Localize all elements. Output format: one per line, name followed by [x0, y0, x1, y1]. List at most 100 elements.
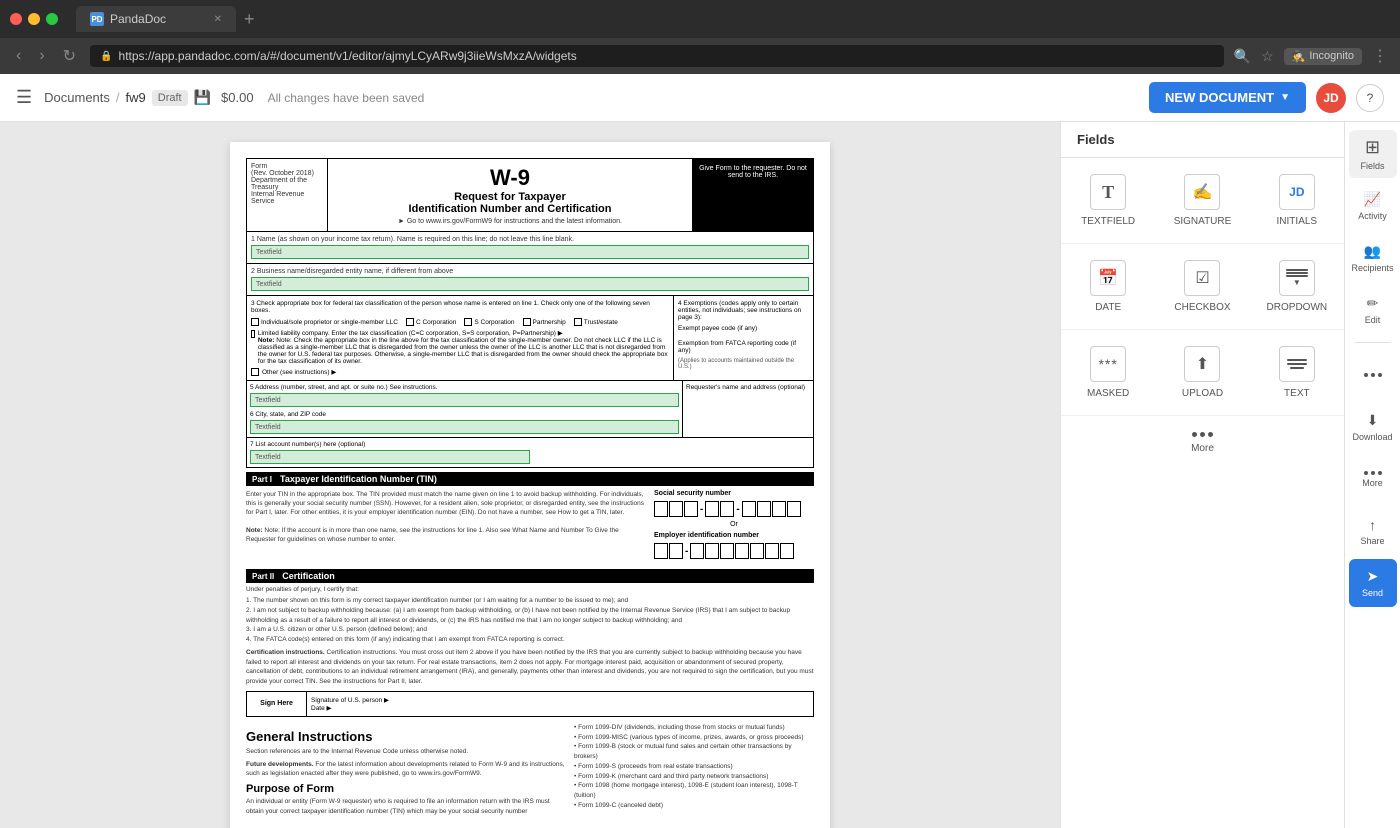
activity-icon: 📈	[1364, 191, 1381, 208]
line1-label: 1 Name (as shown on your income tax retu…	[251, 236, 809, 243]
line6-field[interactable]: Textfield	[250, 420, 679, 434]
line2-row: 2 Business name/disregarded entity name,…	[246, 264, 814, 296]
ein-field[interactable]: -	[654, 543, 814, 559]
sidebar-item-send[interactable]: ➤ Send	[1349, 559, 1397, 607]
field-item-textfield[interactable]: T TEXTFIELD	[1061, 158, 1155, 244]
upload-icon: ⬆	[1184, 346, 1220, 382]
cb-ccorp[interactable]: C Corporation	[406, 318, 456, 326]
sidebar-item-share[interactable]: ↑ Share	[1349, 507, 1397, 555]
documents-link[interactable]: Documents	[44, 90, 110, 105]
line1-field[interactable]: Textfield	[251, 245, 809, 259]
checkbox-label: CHECKBOX	[1174, 302, 1230, 313]
checkbox-row-1: Individual/sole proprietor or single-mem…	[251, 318, 669, 326]
cert-instructions: Certification instructions. Certificatio…	[246, 648, 814, 687]
ssn-field[interactable]: - -	[654, 501, 814, 517]
recipients-icon: 👥	[1364, 243, 1381, 260]
cb-partnership[interactable]: Partnership	[523, 318, 566, 326]
search-icon[interactable]: 🔍	[1234, 48, 1251, 65]
user-avatar[interactable]: JD	[1316, 83, 1346, 113]
line3-label: 3 Check appropriate box for federal tax …	[251, 300, 669, 314]
save-icon: 💾	[194, 89, 211, 106]
signature-label: SIGNATURE	[1174, 216, 1232, 227]
bookmark-icon[interactable]: ☆	[1261, 48, 1274, 65]
lines-3-4: 3 Check appropriate box for federal tax …	[246, 296, 814, 381]
form-label: Form	[251, 163, 323, 170]
browser-menu-button[interactable]: ⋮	[1372, 46, 1388, 66]
back-button[interactable]: ‹	[12, 47, 25, 65]
requester-area: Requester's name and address (optional)	[683, 381, 813, 437]
refresh-button[interactable]: ↻	[59, 46, 80, 66]
field-item-upload[interactable]: ⬆ UPLOAD	[1155, 330, 1249, 416]
tab-bar: PD PandaDoc ✕ +	[76, 6, 1390, 32]
fullscreen-button[interactable]	[46, 13, 58, 25]
close-button[interactable]	[10, 13, 22, 25]
future-dev: Future developments. For the latest info…	[246, 760, 566, 780]
line7-field[interactable]: Textfield	[250, 450, 530, 464]
draft-badge: Draft	[152, 90, 188, 106]
lines-5-6-row: 5 Address (number, street, and apt. or s…	[246, 381, 814, 438]
browser-chrome: PD PandaDoc ✕ +	[0, 0, 1400, 38]
field-item-checkbox[interactable]: ☑ CHECKBOX	[1155, 244, 1249, 330]
url-bar[interactable]: 🔒 https://app.pandadoc.com/a/#/document/…	[90, 45, 1224, 67]
signature-icon: ✍	[1184, 174, 1220, 210]
secure-icon: 🔒	[100, 51, 112, 62]
part1-header: Part I Taxpayer Identification Number (T…	[246, 472, 814, 486]
w9-form-info: Form (Rev. October 2018) Department of t…	[247, 159, 327, 231]
forward-button[interactable]: ›	[35, 47, 48, 65]
new-tab-button[interactable]: +	[236, 9, 263, 30]
tin-area: Social security number - -	[654, 490, 814, 563]
tab-close-button[interactable]: ✕	[214, 14, 222, 25]
field-item-date[interactable]: 📅 DATE	[1061, 244, 1155, 330]
browser-tab[interactable]: PD PandaDoc ✕	[76, 6, 236, 32]
field-item-dropdown[interactable]: ▼ DROPDOWN	[1250, 244, 1344, 330]
w9-heading1: Request for Taxpayer	[334, 191, 686, 203]
sidebar-item-more-dots[interactable]	[1349, 351, 1397, 399]
cb-llc[interactable]	[251, 330, 255, 338]
field-item-signature[interactable]: ✍ SIGNATURE	[1155, 158, 1249, 244]
help-button[interactable]: ?	[1356, 84, 1384, 112]
sidebar-item-download[interactable]: ⬇ Download	[1349, 403, 1397, 451]
fields-panel-header: Fields	[1061, 122, 1344, 158]
address-bar: ‹ › ↻ 🔒 https://app.pandadoc.com/a/#/doc…	[0, 38, 1400, 74]
w9-instructions: ► Go to www.irs.gov/FormW9 for instructi…	[334, 218, 686, 225]
general-left: General Instructions Section references …	[246, 723, 566, 820]
cb-individual[interactable]: Individual/sole proprietor or single-mem…	[251, 318, 398, 326]
field-item-text[interactable]: TEXT	[1250, 330, 1344, 416]
line2-field[interactable]: Textfield	[251, 277, 809, 291]
document-area[interactable]: Form (Rev. October 2018) Department of t…	[0, 122, 1060, 828]
sidebar-item-recipients[interactable]: 👥 Recipients	[1349, 234, 1397, 282]
right-panel: Fields T TEXTFIELD ✍ SIGNATURE JD INITIA…	[1060, 122, 1400, 828]
more-item[interactable]: More	[1061, 416, 1344, 470]
document-name: fw9	[126, 90, 146, 105]
activity-icon-label: Activity	[1358, 211, 1387, 221]
more-dots-icon	[1364, 373, 1382, 377]
purpose-text: An individual or entity (Form W-9 reques…	[246, 797, 566, 817]
cb-other[interactable]	[251, 368, 259, 376]
field-item-masked[interactable]: *** MASKED	[1061, 330, 1155, 416]
line2-label: 2 Business name/disregarded entity name,…	[251, 268, 809, 275]
sidebar-item-fields[interactable]: ⊞ Fields	[1349, 130, 1397, 178]
sidebar-item-activity[interactable]: 📈 Activity	[1349, 182, 1397, 230]
app-bar-actions: NEW DOCUMENT ▼ JD ?	[1149, 82, 1384, 113]
masked-icon: ***	[1090, 346, 1126, 382]
fields-icon-label: Fields	[1360, 161, 1384, 171]
purpose-title: Purpose of Form	[246, 783, 566, 795]
general-text1: Section references are to the Internal R…	[246, 747, 566, 757]
sidebar-divider	[1355, 342, 1391, 343]
cb-trust[interactable]: Trust/estate	[574, 318, 618, 326]
sidebar-item-wore[interactable]: More	[1349, 455, 1397, 503]
sidebar-item-edit[interactable]: ✏ Edit	[1349, 286, 1397, 334]
app-bar: ☰ Documents / fw9 Draft 💾 $0.00 All chan…	[0, 74, 1400, 122]
document-page: Form (Rev. October 2018) Department of t…	[230, 142, 830, 828]
dropdown-arrow-icon: ▼	[1280, 92, 1290, 103]
field-item-initials[interactable]: JD INITIALS	[1250, 158, 1344, 244]
wore-icon	[1364, 471, 1382, 475]
price-badge: $0.00	[221, 90, 254, 105]
cb-scorp[interactable]: S Corporation	[464, 318, 514, 326]
new-document-button[interactable]: NEW DOCUMENT ▼	[1149, 82, 1306, 113]
line5-field[interactable]: Textfield	[250, 393, 679, 407]
bullet-list: • Form 1099-DIV (dividends, including th…	[574, 723, 814, 811]
minimize-button[interactable]	[28, 13, 40, 25]
part1-content: Enter your TIN in the appropriate box. T…	[246, 490, 814, 563]
hamburger-menu-icon[interactable]: ☰	[16, 87, 32, 108]
